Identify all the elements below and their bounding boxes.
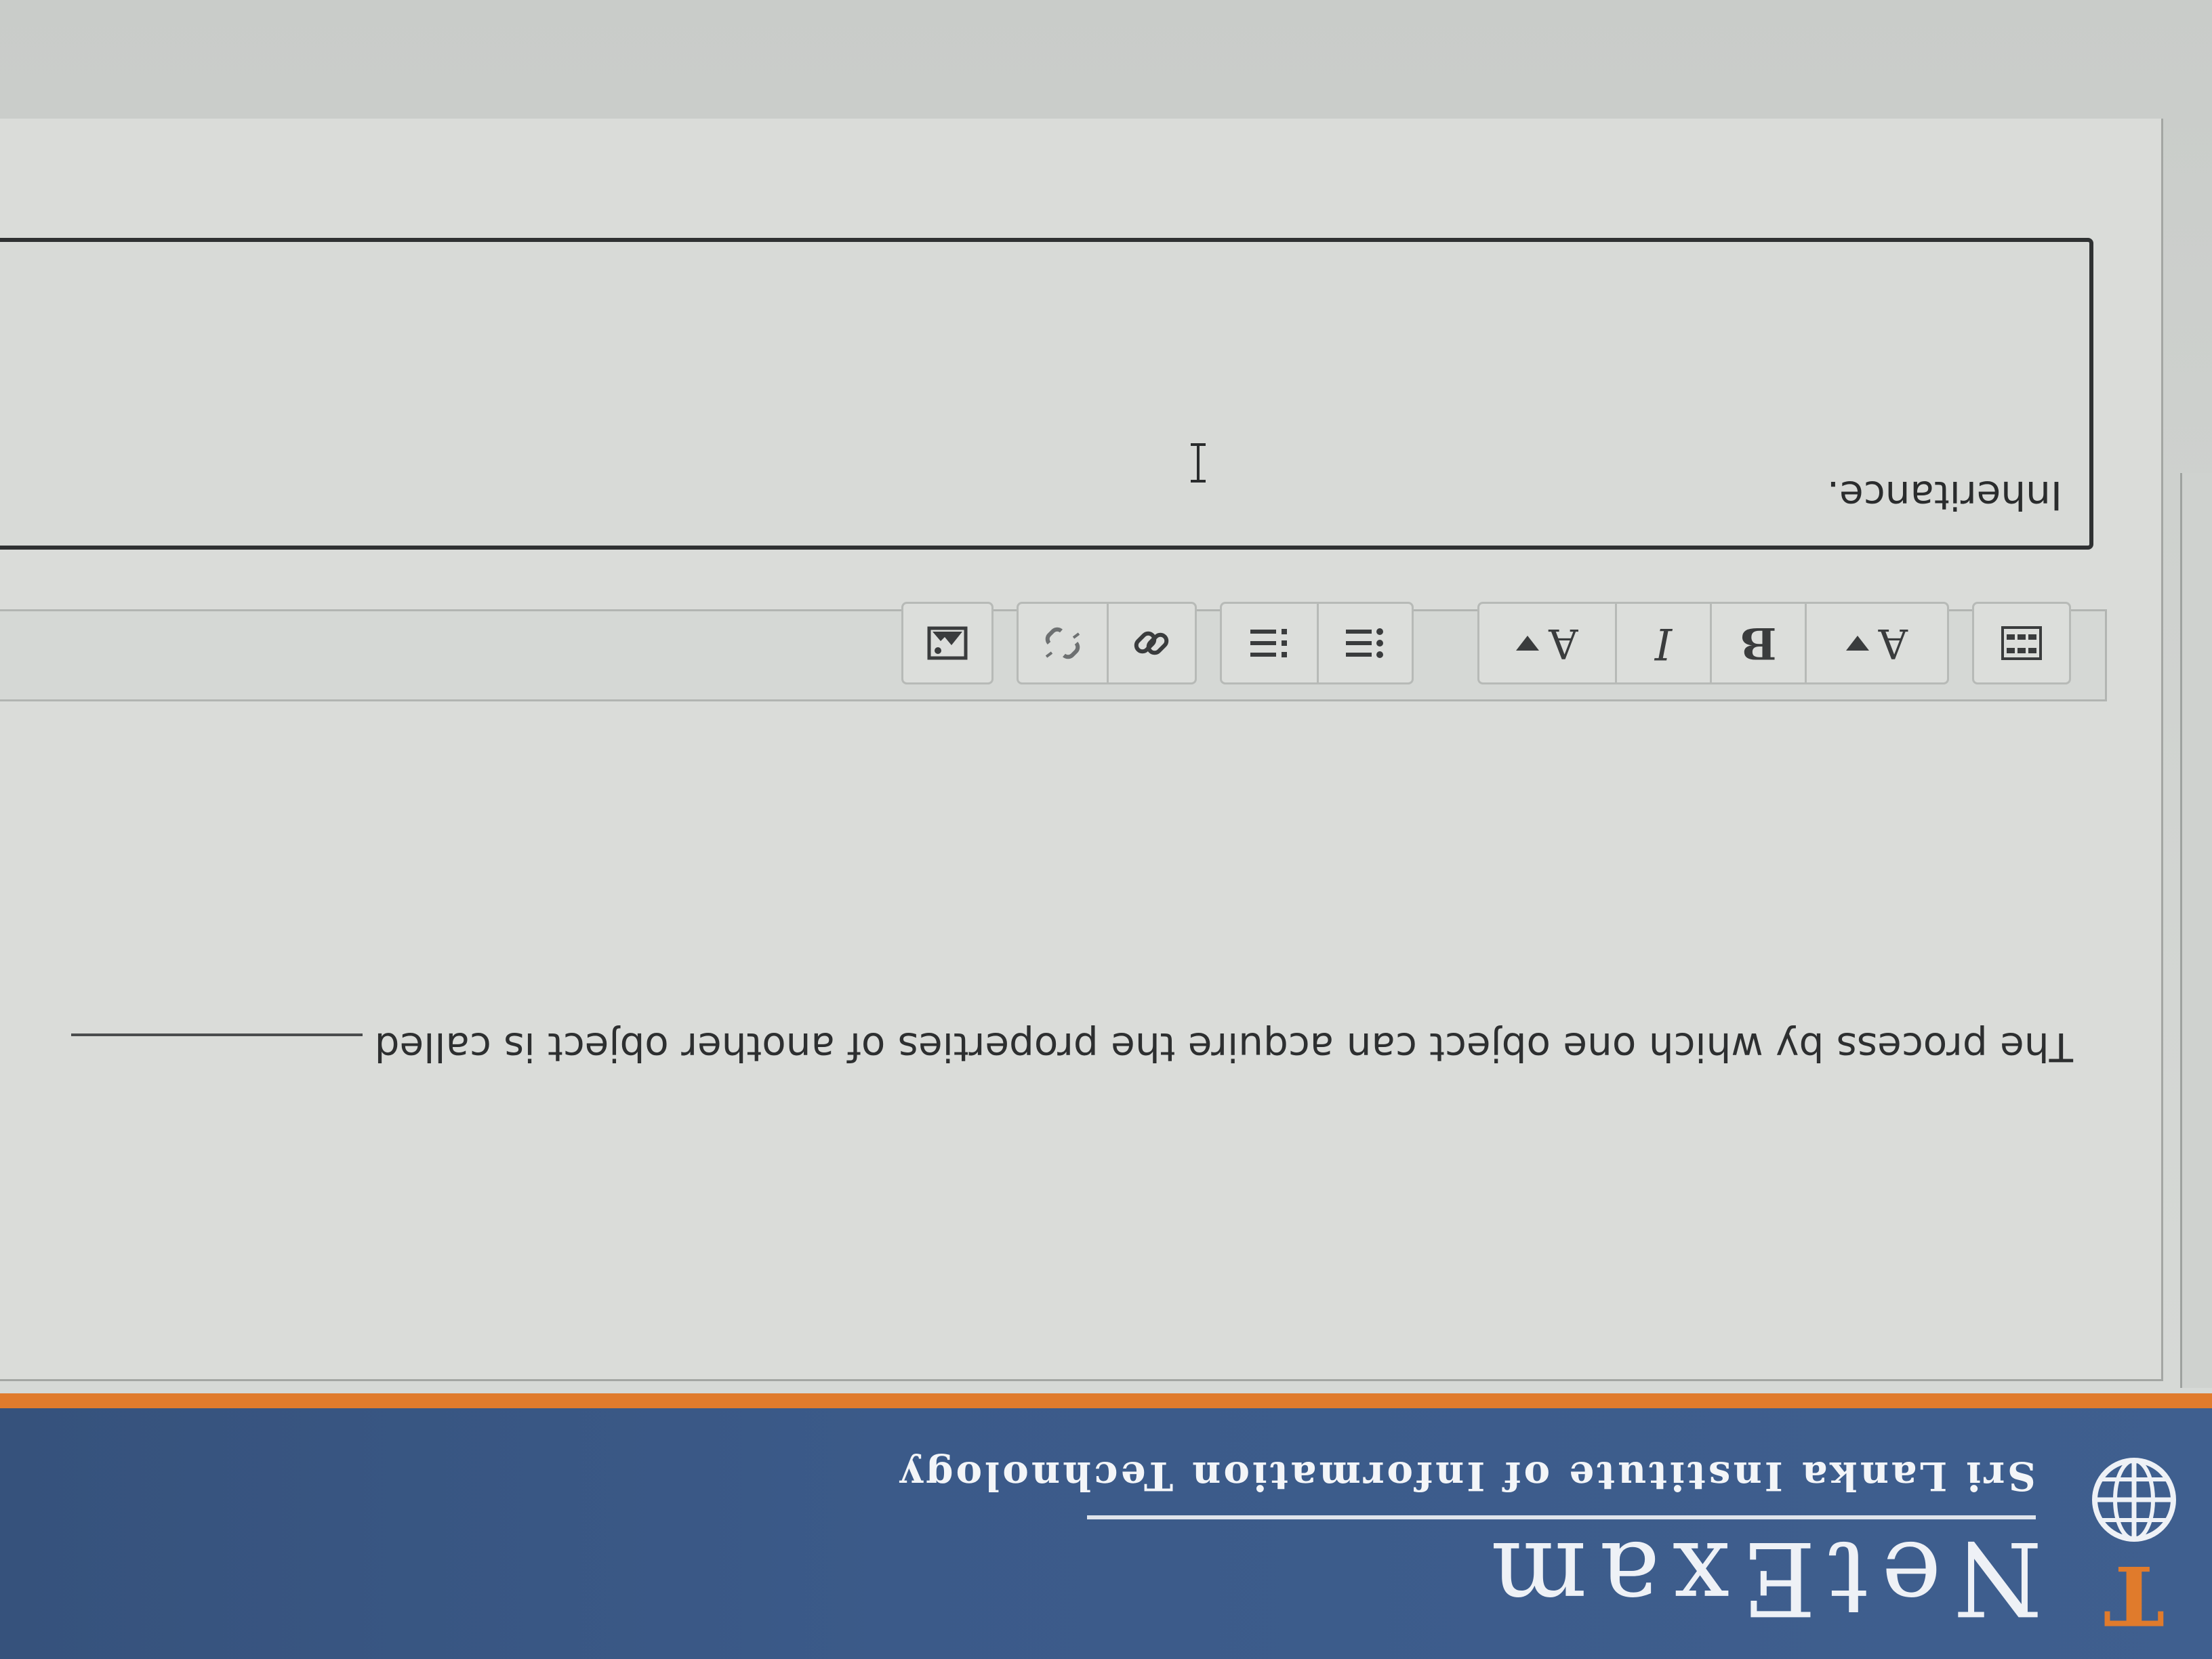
brand-title: NetExam [1478,1519,2043,1637]
toolbar-group-links [1017,602,1197,684]
unlink-button[interactable] [1019,604,1107,682]
toolbar-group-media [901,602,994,684]
editor-toolbar: A B I A [0,602,2107,701]
ordered-list-button[interactable] [1222,604,1317,682]
link-icon [1134,631,1169,655]
bold-button[interactable]: B [1710,604,1805,682]
exam-page: T NetExam Sri Lanka Institute of Informa… [0,0,2212,1659]
question-text: The process by which one object can acqu… [70,1020,2073,1074]
toggle-toolbar-icon [2001,626,2042,660]
ordered-list-icon [1250,629,1287,657]
site-header: T NetExam Sri Lanka Institute of Informa… [0,1408,2212,1659]
chevron-down-icon [1845,636,1869,651]
link-button[interactable] [1107,604,1195,682]
answer-textarea[interactable]: Inheritance. [0,238,2093,550]
toolbar-group-format: A B I A [1477,602,1949,684]
question-label: The process by which one object can acqu… [374,1024,2073,1070]
institute-logo: T [2083,1442,2185,1643]
italic-button[interactable]: I [1615,604,1710,682]
logo-letter: T [2104,1547,2165,1643]
answer-blank [70,1033,363,1036]
toolbar-group-toggle [1972,602,2071,684]
paragraph-style-button[interactable]: A [1805,604,1947,682]
unordered-list-icon [1346,628,1384,658]
toggle-toolbar-button[interactable] [1974,604,2069,682]
chevron-down-icon [1516,636,1540,651]
globe-icon [2092,1458,2176,1542]
question-card: The process by which one object can acqu… [0,119,2163,1381]
header-accent-stripe [0,1393,2212,1408]
unordered-list-button[interactable] [1317,604,1412,682]
unlink-icon [1045,627,1080,659]
font-color-icon: A [1516,619,1578,667]
font-color-button[interactable]: A [1479,604,1615,682]
insert-image-button[interactable] [903,604,991,682]
toolbar-group-lists [1220,602,1414,684]
insert-image-icon [927,626,968,660]
answer-value: Inheritance. [1826,472,2062,518]
left-gutter [2180,473,2212,1388]
brand-divider [1087,1515,2036,1519]
brand-subtitle: Sri Lanka Institute of Information Techn… [897,1453,2036,1499]
text-cursor-icon [1191,443,1206,483]
paragraph-style-icon: A [1845,619,1908,667]
